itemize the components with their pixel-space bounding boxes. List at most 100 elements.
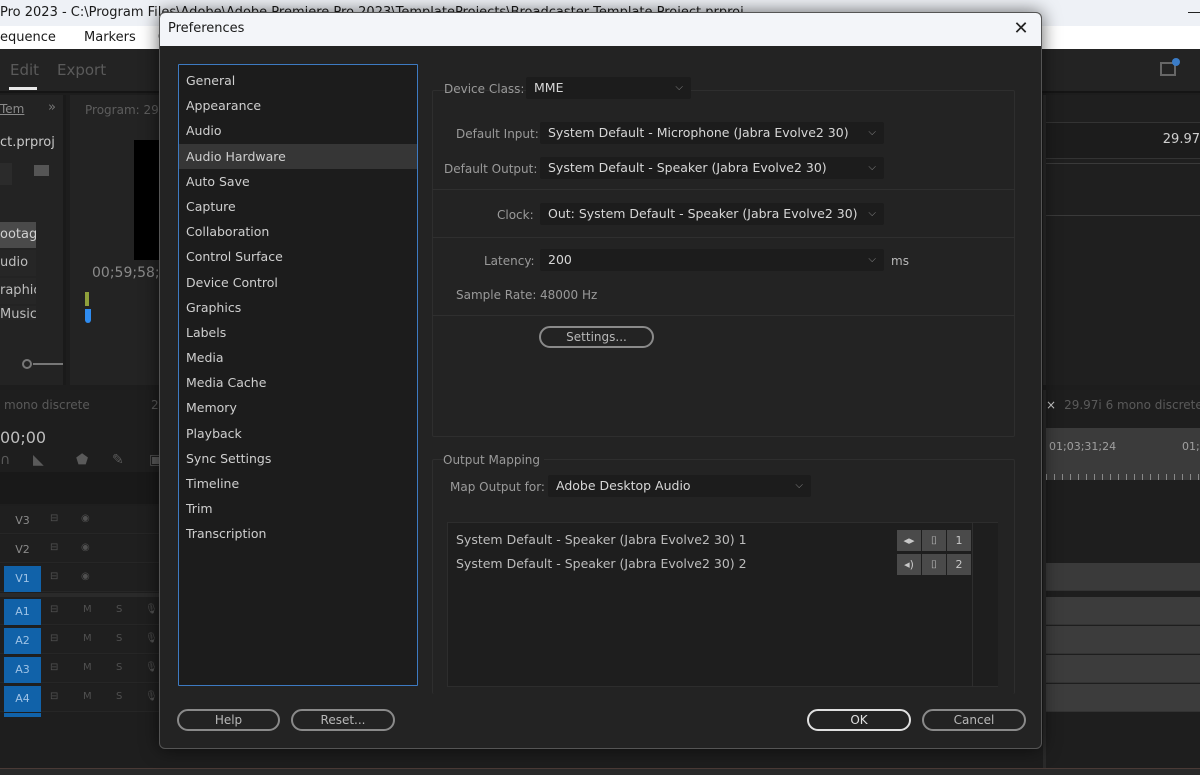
category-media[interactable]: Media (179, 345, 417, 370)
solo-button[interactable]: S (116, 633, 122, 644)
channel-number[interactable]: 1 (947, 530, 971, 551)
program-timecode[interactable]: 00;59;58; (92, 265, 160, 281)
sync-lock-icon[interactable]: ⊟ (50, 691, 58, 702)
sync-lock-icon[interactable]: ⊟ (50, 662, 58, 673)
category-control-surface[interactable]: Control Surface (179, 244, 417, 269)
workspace-tab-edit[interactable]: Edit (10, 61, 39, 79)
eye-icon[interactable]: ◉ (81, 513, 90, 524)
sync-lock-icon[interactable]: ⊟ (50, 571, 58, 582)
playhead-marker[interactable] (85, 309, 91, 323)
add-marker-icon[interactable]: ⬟ (76, 452, 88, 468)
track-label[interactable]: A2 (4, 628, 41, 654)
workspace-tab-export[interactable]: Export (57, 61, 106, 79)
mute-button[interactable]: M (83, 604, 92, 615)
speaker-right-icon[interactable]: ◂) (897, 554, 921, 575)
zoom-slider-handle[interactable] (22, 359, 32, 369)
category-labels[interactable]: Labels (179, 320, 417, 345)
category-collaboration[interactable]: Collaboration (179, 219, 417, 244)
track-label[interactable]: A1 (4, 599, 41, 625)
reset-button[interactable]: Reset... (291, 709, 395, 731)
track-label[interactable]: V3 (4, 508, 41, 534)
track-lane[interactable] (1046, 626, 1200, 654)
linked-selection-icon[interactable]: ◣ (33, 452, 44, 468)
solo-button[interactable]: S (116, 662, 122, 673)
track-label[interactable]: A4 (4, 686, 41, 712)
category-appearance[interactable]: Appearance (179, 93, 417, 118)
project-search-input[interactable] (0, 163, 12, 185)
category-memory[interactable]: Memory (179, 395, 417, 420)
category-sync-settings[interactable]: Sync Settings (179, 446, 417, 471)
category-playback[interactable]: Playback (179, 421, 417, 446)
sync-lock-icon[interactable]: ⊟ (50, 633, 58, 644)
channel-number[interactable]: 2 (947, 554, 971, 575)
settings-button[interactable]: Settings... (539, 326, 654, 348)
menu-sequence[interactable]: equence (0, 30, 56, 45)
snap-icon[interactable]: ∩ (0, 452, 10, 468)
default-output-select[interactable]: System Default - Speaker (Jabra Evolve2 … (540, 157, 884, 179)
quick-export-icon[interactable] (1160, 58, 1180, 76)
category-media-cache[interactable]: Media Cache (179, 370, 417, 395)
device-class-select[interactable]: MME ⌵ (526, 77, 691, 99)
track-lane[interactable] (1046, 655, 1200, 683)
bin-item[interactable]: Music (0, 306, 36, 320)
sync-lock-icon[interactable]: ⊟ (50, 542, 58, 553)
bin-item[interactable]: udio (0, 250, 36, 276)
category-graphics[interactable]: Graphics (179, 295, 417, 320)
timeline-timecode[interactable]: 00;00 (0, 428, 46, 447)
help-button[interactable]: Help (177, 709, 280, 731)
track-label[interactable]: A3 (4, 657, 41, 683)
channel-row[interactable]: System Default - Speaker (Jabra Evolve2 … (456, 532, 747, 547)
track-lane[interactable] (1046, 563, 1200, 591)
microphone-icon[interactable]: 🎙 (145, 604, 158, 615)
mute-button[interactable]: M (83, 662, 92, 673)
category-trim[interactable]: Trim (179, 496, 417, 521)
ok-button[interactable]: OK (807, 709, 911, 731)
time-ruler[interactable]: 01;03;31;24 01;0 (1046, 428, 1200, 480)
map-output-for-select[interactable]: Adobe Desktop Audio ⌵ (548, 475, 811, 497)
microphone-icon[interactable]: 🎙 (145, 633, 158, 644)
channel-bracket-icon[interactable]: ⌷ (922, 554, 946, 575)
bin-item[interactable]: ootage (0, 222, 36, 248)
category-audio[interactable]: Audio (179, 118, 417, 143)
sequence-tab[interactable]: × 29.97i 6 mono discrete (1046, 398, 1200, 412)
channel-row[interactable]: System Default - Speaker (Jabra Evolve2 … (456, 556, 747, 571)
category-timeline[interactable]: Timeline (179, 471, 417, 496)
category-audio-hardware[interactable]: Audio Hardware (179, 143, 417, 169)
category-capture[interactable]: Capture (179, 194, 417, 219)
minimize-icon[interactable] (1188, 12, 1200, 13)
panel-overflow-icon[interactable]: » (48, 100, 56, 115)
default-input-select[interactable]: System Default - Microphone (Jabra Evolv… (540, 122, 884, 144)
close-icon[interactable]: ✕ (1009, 17, 1033, 41)
bin-item[interactable]: raphic (0, 278, 36, 304)
category-device-control[interactable]: Device Control (179, 270, 417, 295)
clock-select[interactable]: Out: System Default - Speaker (Jabra Evo… (540, 203, 884, 225)
microphone-icon[interactable]: 🎙 (145, 691, 158, 702)
output-mapping-scrollbar[interactable] (972, 522, 998, 687)
mute-button[interactable]: M (83, 691, 92, 702)
wrench-icon[interactable]: ✎ (112, 452, 124, 468)
track-label[interactable]: V1 (4, 566, 41, 592)
eye-icon[interactable]: ◉ (81, 542, 90, 553)
cancel-button[interactable]: Cancel (922, 709, 1026, 731)
mute-button[interactable]: M (83, 633, 92, 644)
solo-button[interactable]: S (116, 604, 122, 615)
search-icon[interactable] (34, 165, 49, 176)
category-general[interactable]: General (179, 68, 417, 93)
menu-markers[interactable]: Markers (84, 30, 136, 45)
sync-lock-icon[interactable]: ⊟ (50, 604, 58, 615)
solo-button[interactable]: S (116, 691, 122, 702)
eye-icon[interactable]: ◉ (81, 571, 90, 582)
category-transcription[interactable]: Transcription (179, 521, 417, 546)
project-panel-tab[interactable]: Tem (0, 102, 24, 116)
zoom-slider-track[interactable] (33, 363, 63, 365)
latency-select[interactable]: 200 ⌵ (540, 249, 884, 271)
track-label[interactable]: V2 (4, 537, 41, 563)
sync-lock-icon[interactable]: ⊟ (50, 513, 58, 524)
microphone-icon[interactable]: 🎙 (145, 662, 158, 673)
close-icon[interactable]: × (1046, 398, 1056, 412)
category-auto-save[interactable]: Auto Save (179, 169, 417, 194)
dialog-title-bar[interactable]: Preferences ✕ (160, 13, 1041, 46)
track-lane[interactable] (1046, 684, 1200, 712)
sequence-tab[interactable]: mono discrete (4, 398, 90, 412)
channel-bracket-icon[interactable]: ⌷ (922, 530, 946, 551)
